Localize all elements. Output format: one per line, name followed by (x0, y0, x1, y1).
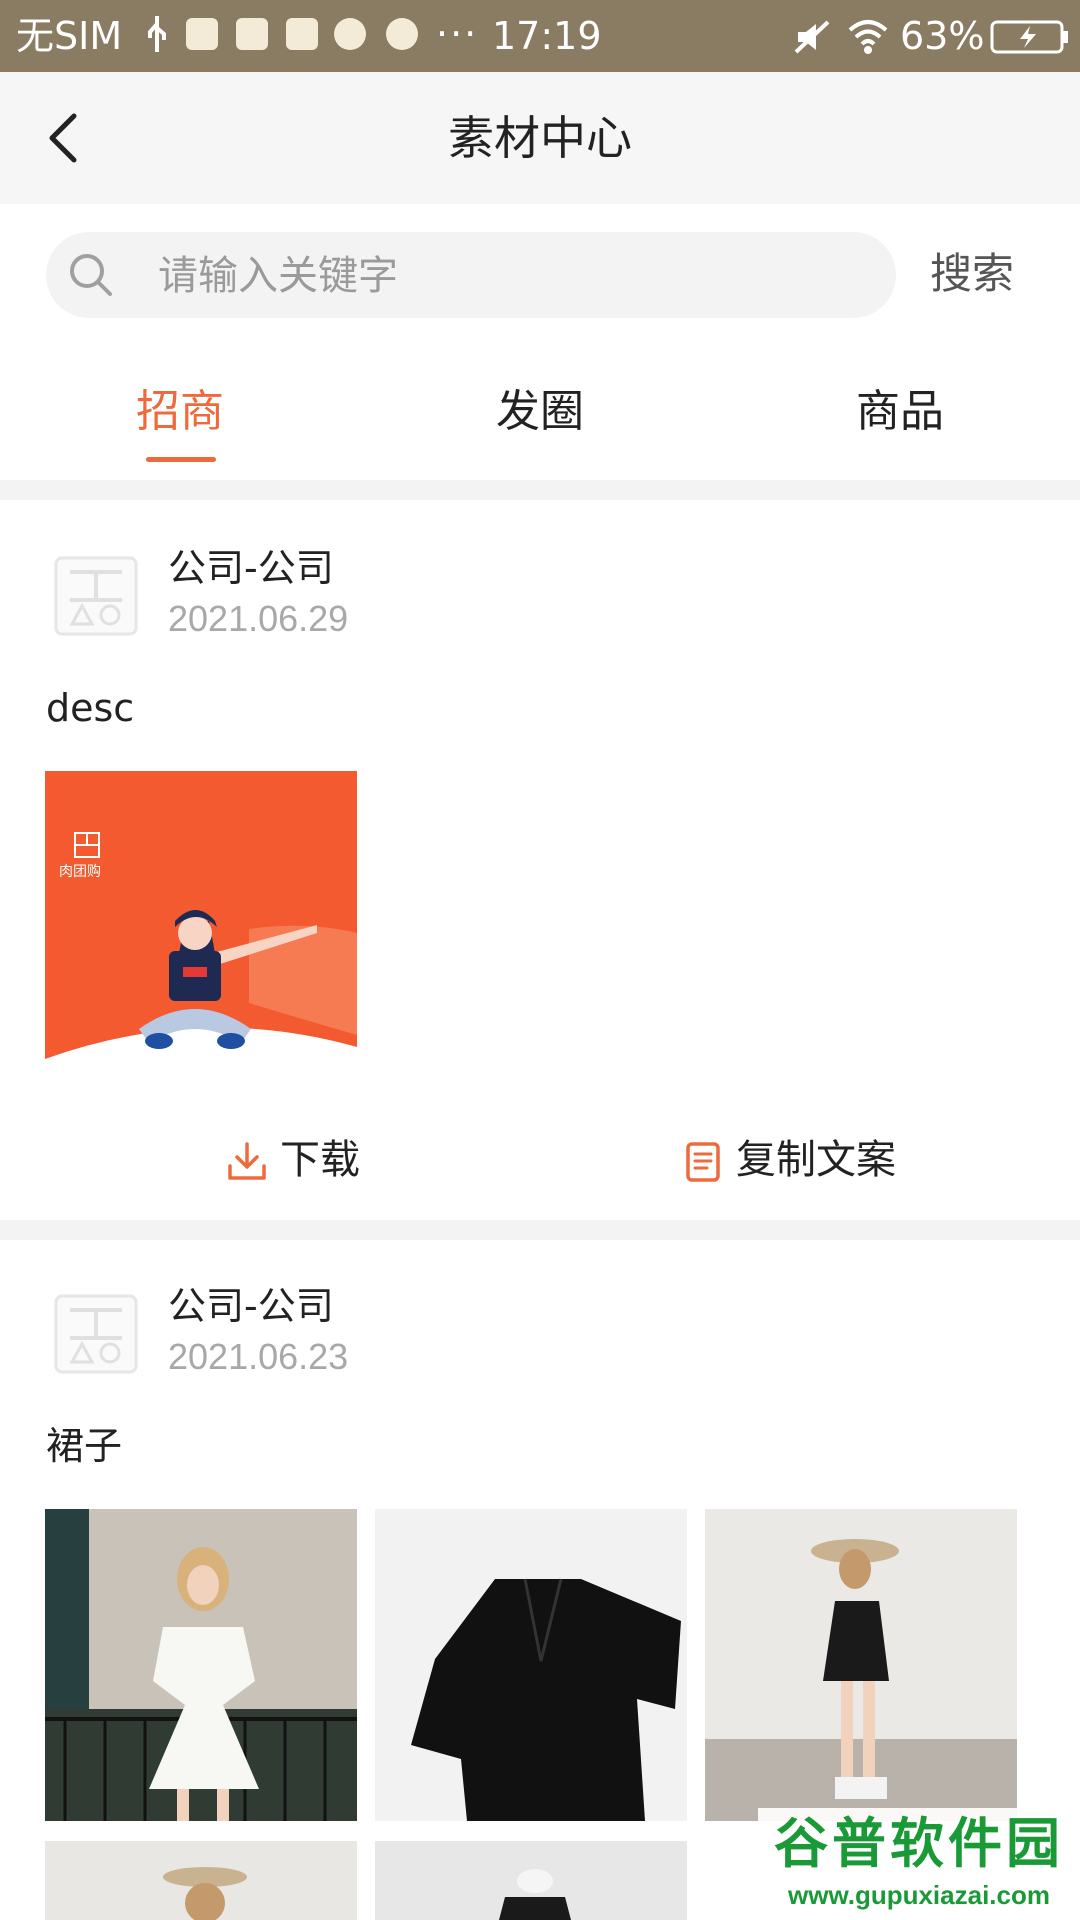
carrier-label: 无SIM (16, 14, 123, 58)
battery-icon (990, 20, 1068, 54)
copy-text-button[interactable]: 复制文案 (680, 1128, 920, 1192)
page-title: 素材中心 (448, 111, 632, 165)
photo-woman-hat (45, 1841, 357, 1920)
post-company: 公司-公司 (168, 546, 334, 590)
product-photo[interactable] (375, 1509, 687, 1821)
watermark: 谷普软件园 www.gupuxiazai.com (758, 1808, 1080, 1920)
poster-image[interactable]: 肉团购 (45, 771, 357, 1083)
poster-logo-text: 肉团购 (59, 864, 101, 880)
download-label: 下载 (280, 1137, 360, 1183)
photo-black-shirt (375, 1509, 687, 1821)
product-photo[interactable] (705, 1509, 1017, 1821)
watermark-url: www.gupuxiazai.com (788, 1880, 1050, 1910)
post-description: 裙子 (46, 1424, 123, 1468)
search-bar (46, 232, 896, 320)
notification-icon (236, 18, 268, 50)
nav-bar: 素材中心 (0, 72, 1080, 204)
divider (0, 1220, 1080, 1240)
search-icon (70, 254, 112, 296)
tab-zhaoshang[interactable]: 招商 (60, 382, 300, 442)
active-tab-indicator (146, 457, 216, 462)
watermark-title: 谷普软件园 (774, 1812, 1064, 1875)
copy-text-label: 复制文案 (736, 1137, 896, 1183)
avatar (54, 556, 138, 636)
poster-illustration (45, 832, 357, 1083)
search-button[interactable]: 搜索 (930, 244, 1014, 304)
photo-woman-white-dress (45, 1509, 357, 1821)
photo-woman-black-dress (705, 1509, 1017, 1821)
planet-icon (334, 18, 366, 50)
post-company: 公司-公司 (168, 1284, 334, 1328)
divider (0, 480, 1080, 500)
search-input[interactable] (156, 232, 860, 320)
post-description: desc (46, 686, 135, 730)
photo-woman-cap (375, 1841, 687, 1920)
mute-icon (794, 20, 830, 54)
avatar (54, 1294, 138, 1374)
wifi-icon (848, 20, 888, 54)
product-photo[interactable] (375, 1841, 687, 1920)
battery-percent: 63% (900, 14, 985, 58)
clock: 17:19 (492, 14, 602, 58)
product-photo[interactable] (45, 1841, 357, 1920)
usb-icon (148, 16, 166, 52)
download-icon (228, 1142, 266, 1180)
post-date: 2021.06.29 (168, 598, 349, 639)
status-bar: 无SIM ··· 17:19 63% (0, 0, 1080, 72)
usb-debug-icon (186, 18, 218, 50)
copy-document-icon (686, 1142, 720, 1182)
product-photo[interactable] (45, 1509, 357, 1821)
download-button[interactable]: 下载 (224, 1128, 384, 1192)
post-date: 2021.06.23 (168, 1336, 349, 1377)
tab-shangpin[interactable]: 商品 (780, 382, 1020, 442)
notification-icon (286, 18, 318, 50)
tab-faquan[interactable]: 发圈 (420, 382, 660, 442)
wechat-icon (386, 18, 418, 50)
more-notifications-icon: ··· (436, 12, 479, 56)
